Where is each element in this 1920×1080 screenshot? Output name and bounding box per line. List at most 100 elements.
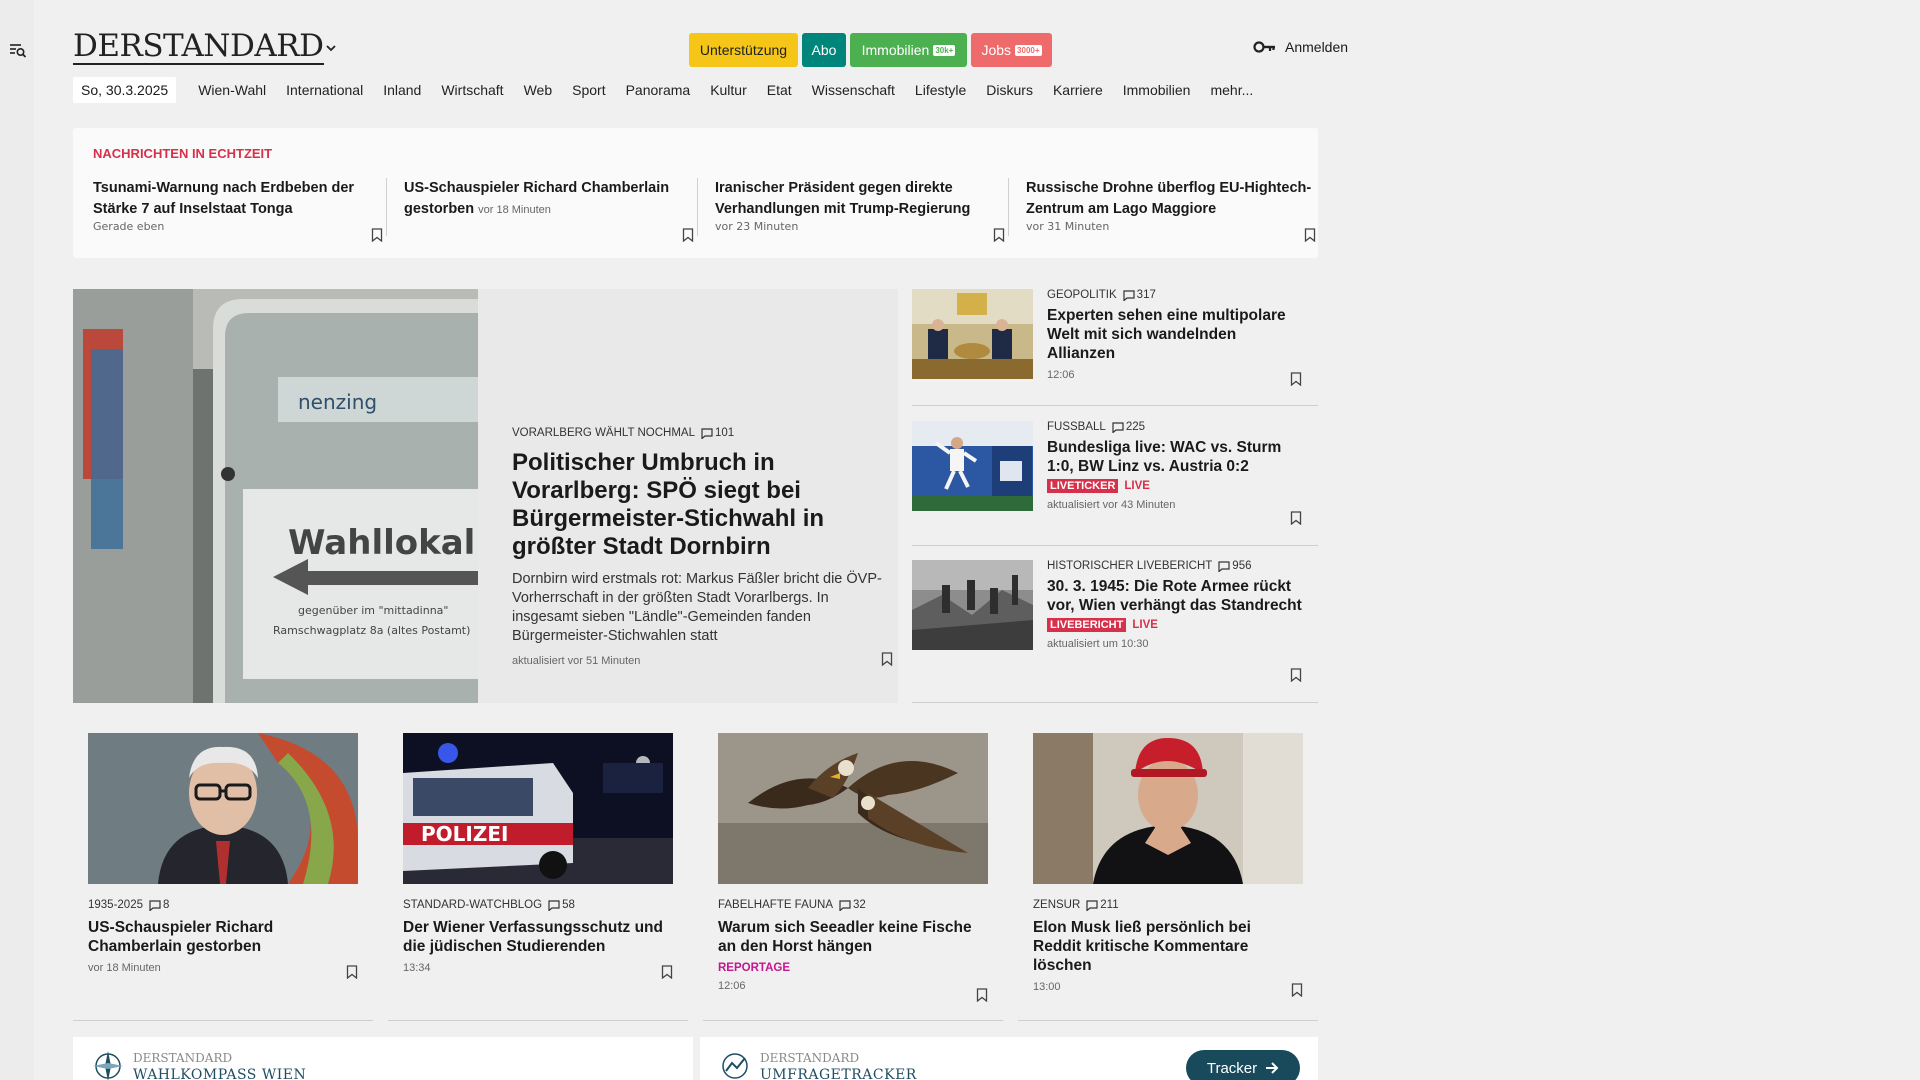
- sign-main-text: Wahllokal: [288, 523, 475, 563]
- teaser-card[interactable]: POLIZEI STANDARD-WATCHBLOG 58 Der Wiener…: [403, 733, 673, 979]
- immobilien-button[interactable]: Immobilien 30k+: [850, 33, 967, 67]
- nav-item-web[interactable]: Web: [524, 82, 553, 98]
- bookmark-icon[interactable]: [1290, 372, 1302, 386]
- content-wrapper: DERSTANDARD Unterstützung Abo Immobilien…: [73, 0, 1348, 1080]
- comment-count[interactable]: 101: [701, 427, 734, 439]
- comment-count[interactable]: 8: [149, 899, 169, 911]
- bookmark-icon[interactable]: [371, 228, 383, 242]
- article-title[interactable]: Warum sich Seeadler keine Fische an den …: [718, 918, 988, 956]
- article-kicker-label: 1935-2025: [88, 899, 143, 911]
- abo-button[interactable]: Abo: [802, 33, 846, 67]
- divider: [912, 702, 1318, 703]
- article-title[interactable]: Der Wiener Verfassungsschutz und die jüd…: [403, 918, 673, 956]
- bookmark-icon[interactable]: [881, 652, 893, 666]
- divider: [912, 405, 1318, 406]
- bookmark-icon[interactable]: [1304, 228, 1316, 242]
- live-news-box: NACHRICHTEN IN ECHTZEIT Tsunami-Warnung …: [73, 128, 1318, 258]
- nav-item-international[interactable]: International: [286, 82, 363, 98]
- promo-brand: DERSTANDARD: [760, 1051, 860, 1065]
- article-timestamp: vor 18 Minuten: [88, 962, 161, 974]
- promo-brand: DERSTANDARD: [133, 1051, 233, 1065]
- article-image[interactable]: [1033, 733, 1303, 884]
- comment-count[interactable]: 225: [1112, 421, 1145, 433]
- tracker-button[interactable]: Tracker: [1186, 1050, 1300, 1080]
- comment-count[interactable]: 211: [1086, 899, 1119, 911]
- bookmark-icon[interactable]: [1290, 668, 1302, 682]
- article-kicker-label: GEOPOLITIK: [1047, 289, 1117, 301]
- bookmark-icon[interactable]: [346, 965, 358, 979]
- divider: [912, 545, 1318, 546]
- nav-item-wirtschaft[interactable]: Wirtschaft: [441, 82, 503, 98]
- live-news-time: vor 31 Minuten: [1026, 220, 1110, 233]
- nav-item-karriere[interactable]: Karriere: [1053, 82, 1103, 98]
- article-kicker-label: STANDARD-WATCHBLOG: [403, 899, 543, 911]
- teaser-card[interactable]: ZENSUR 211 Elon Musk ließ persönlich bei…: [1033, 733, 1303, 997]
- current-date: So, 30.3.2025: [73, 77, 177, 103]
- bookmark-icon[interactable]: [1290, 511, 1302, 525]
- nav-item-immobilien[interactable]: Immobilien: [1123, 82, 1191, 98]
- hero-image[interactable]: nenzing Wahllokal gegenüber im "mittadin…: [73, 289, 478, 703]
- tracker-button-label: Tracker: [1206, 1059, 1258, 1077]
- comment-icon: [1086, 899, 1098, 911]
- teaser-card[interactable]: FABELHAFTE FAUNA 32 Warum sich Seeadler …: [718, 733, 988, 1002]
- comment-count[interactable]: 32: [839, 899, 866, 911]
- article-kicker: 1935-2025 8: [88, 899, 358, 911]
- menu-search-icon[interactable]: [9, 42, 27, 60]
- article-image[interactable]: [912, 289, 1033, 379]
- bookmark-icon[interactable]: [1291, 983, 1303, 997]
- article-image[interactable]: [912, 560, 1033, 650]
- article-kicker: STANDARD-WATCHBLOG 58: [403, 899, 673, 911]
- chevron-down-icon[interactable]: [324, 41, 338, 55]
- comment-count[interactable]: 317: [1123, 289, 1156, 301]
- article-image[interactable]: POLIZEI: [403, 733, 673, 884]
- article-title[interactable]: 30. 3. 1945: Die Rote Armee rückt vor, W…: [1047, 577, 1307, 615]
- nav-item-diskurs[interactable]: Diskurs: [986, 82, 1033, 98]
- nav-item-sport[interactable]: Sport: [572, 82, 605, 98]
- nav-item-wissenschaft[interactable]: Wissenschaft: [812, 82, 895, 98]
- nav-item-inland[interactable]: Inland: [383, 82, 421, 98]
- wahlkompass-promo[interactable]: DERSTANDARD WAHLKOMPASS WIEN: [73, 1037, 693, 1080]
- comment-count-value: 211: [1100, 899, 1119, 911]
- livebericht-badge: LIVEBERICHT: [1047, 618, 1127, 632]
- side-article[interactable]: GEOPOLITIK 317 Experten sehen eine multi…: [912, 289, 1318, 406]
- side-article[interactable]: HISTORISCHER LIVEBERICHT 956 30. 3. 1945…: [912, 560, 1318, 703]
- article-image[interactable]: [718, 733, 988, 884]
- nav-item-wien-wahl[interactable]: Wien-Wahl: [198, 82, 266, 98]
- hero-title[interactable]: Politischer Umbruch in Vorarlberg: SPÖ s…: [512, 449, 882, 561]
- comment-icon: [1112, 421, 1124, 433]
- support-button[interactable]: Unterstützung: [689, 33, 798, 67]
- live-news-item[interactable]: Iranischer Präsident gegen direkte Verha…: [715, 178, 1005, 242]
- comment-count[interactable]: 956: [1218, 560, 1251, 572]
- nav-item-more[interactable]: mehr...: [1210, 82, 1253, 98]
- live-news-item[interactable]: Tsunami-Warnung nach Erdbeben der Stärke…: [93, 178, 383, 242]
- nav-item-kultur[interactable]: Kultur: [710, 82, 747, 98]
- bookmark-icon[interactable]: [993, 228, 1005, 242]
- login-button[interactable]: Anmelden: [1253, 39, 1348, 55]
- umfragetracker-promo[interactable]: DERSTANDARD UMFRAGETRACKER Tracker: [700, 1037, 1318, 1080]
- comment-count[interactable]: 58: [548, 899, 575, 911]
- article-image[interactable]: [912, 421, 1033, 511]
- live-news-item[interactable]: Russische Drohne überflog EU-Hightech-Ze…: [1026, 178, 1316, 242]
- promo-name: WAHLKOMPASS WIEN: [133, 1067, 307, 1080]
- article-title[interactable]: Bundesliga live: WAC vs. Sturm 1:0, BW L…: [1047, 438, 1307, 476]
- side-article[interactable]: FUSSBALL 225 Bundesliga live: WAC vs. St…: [912, 421, 1318, 546]
- divider: [1008, 178, 1009, 236]
- site-logo[interactable]: DERSTANDARD: [73, 30, 324, 65]
- divider: [697, 178, 698, 236]
- article-title[interactable]: US-Schauspieler Richard Chamberlain gest…: [88, 918, 358, 956]
- live-news-title: NACHRICHTEN IN ECHTZEIT: [93, 146, 273, 161]
- nav-item-lifestyle[interactable]: Lifestyle: [915, 82, 966, 98]
- bookmark-icon[interactable]: [976, 988, 988, 1002]
- teaser-card[interactable]: 1935-2025 8 US-Schauspieler Richard Cham…: [88, 733, 358, 979]
- live-news-item[interactable]: US-Schauspieler Richard Chamberlain gest…: [404, 178, 694, 242]
- article-image[interactable]: [88, 733, 358, 884]
- nav-item-panorama[interactable]: Panorama: [626, 82, 691, 98]
- article-title[interactable]: Elon Musk ließ persönlich bei Reddit kri…: [1033, 918, 1303, 975]
- bookmark-icon[interactable]: [682, 228, 694, 242]
- nav-item-etat[interactable]: Etat: [767, 82, 792, 98]
- bookmark-icon[interactable]: [661, 965, 673, 979]
- jobs-button[interactable]: Jobs 3000+: [971, 33, 1052, 67]
- police-car-text: POLIZEI: [421, 822, 508, 846]
- article-title[interactable]: Experten sehen eine multipolare Welt mit…: [1047, 306, 1307, 363]
- hero-article[interactable]: nenzing Wahllokal gegenüber im "mittadin…: [73, 289, 898, 703]
